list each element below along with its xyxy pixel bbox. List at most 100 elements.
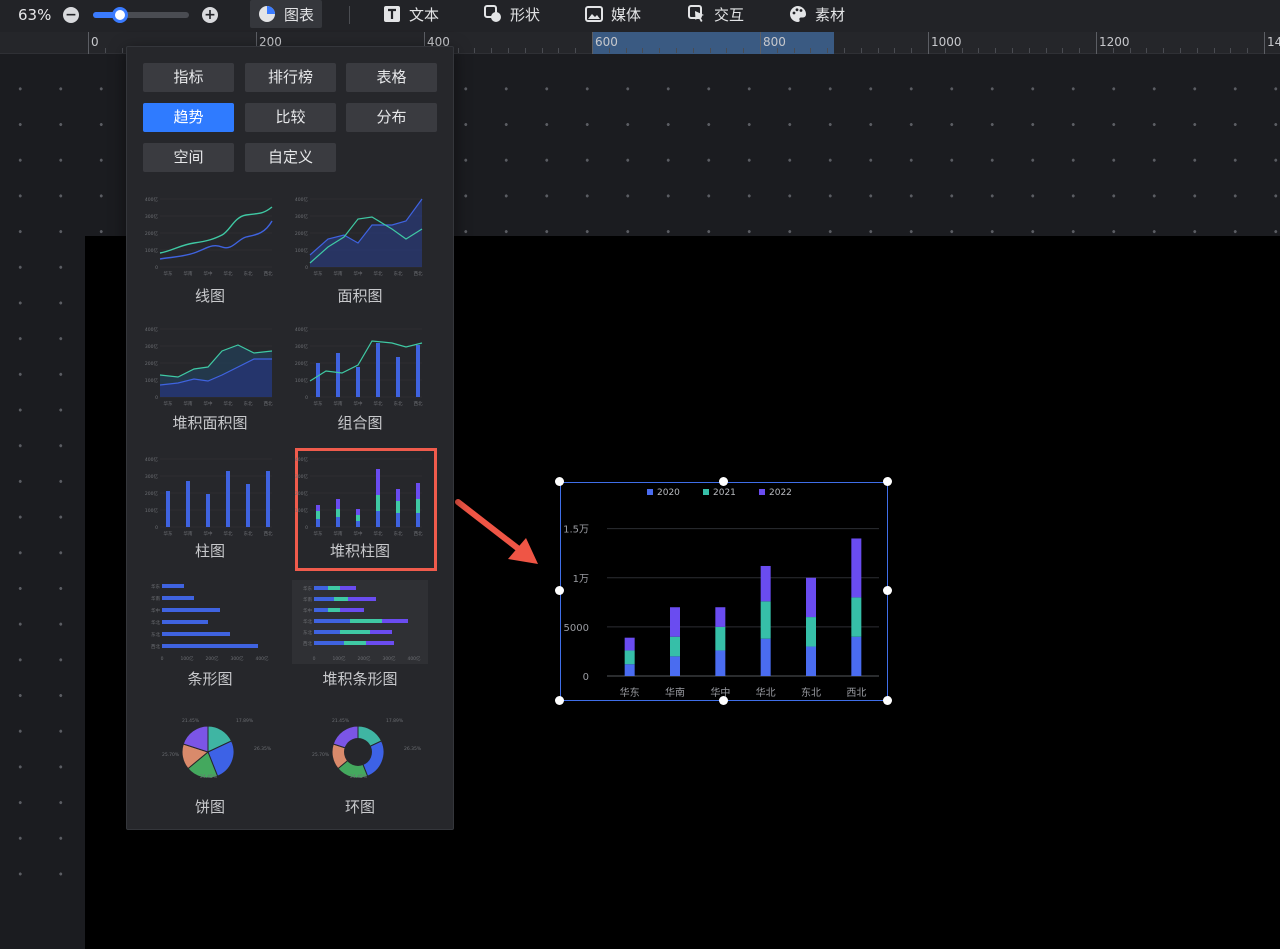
tool-media[interactable]: 媒体 [577, 0, 649, 28]
thumb-stacked-bar-segment [340, 586, 356, 590]
ruler-minor-tick [844, 48, 845, 53]
tool-text-label: 文本 [409, 5, 440, 24]
chart-option-stacked-bar[interactable]: 华东 华南 华中 华北 东北 西北 0 100亿 200亿 300亿 400亿 [292, 580, 428, 664]
ruler-minor-tick [793, 48, 795, 53]
resize-handle-bottom[interactable] [719, 696, 728, 705]
chart-option-area[interactable]: 400亿 300亿 200亿 100亿 0 华东 华南 华中 华北 东北 西北 [292, 195, 428, 279]
chart-legend-item: 2022 [759, 488, 792, 498]
resize-handle-top-right[interactable] [883, 477, 892, 486]
chart-y-tick-label: 1万 [573, 574, 589, 585]
thumb-x-tick: 华北 [224, 530, 233, 537]
chart-option-stacked-column[interactable]: 400亿 300亿 200亿 100亿 0 华东 华南 华中 华北 东北 西北 [292, 455, 428, 539]
category-compare[interactable]: 比较 [245, 103, 336, 132]
zoom-out-button[interactable]: − [63, 7, 79, 23]
chart-option-bar[interactable]: 华东 华南 华中 华北 东北 西北 0 100亿 200亿 300亿 400亿 [142, 580, 278, 664]
area-chart-thumbnail: 400亿 300亿 200亿 100亿 0 华东 华南 华中 华北 东北 西北 [295, 196, 423, 277]
thumb-stacked-bar-segment [382, 619, 408, 623]
pointer-icon [688, 5, 704, 22]
thumb-stacked-bar-segment [328, 608, 340, 612]
top-toolbar: 63% − + 图表 文本 形状 媒体 交互 素材 [0, 0, 1280, 32]
category-ranking[interactable]: 排行榜 [245, 63, 336, 92]
thumb-y-tick: 0 [305, 395, 308, 401]
zoom-slider-handle[interactable] [111, 7, 128, 23]
chart-option-area-label: 面积图 [337, 287, 383, 305]
ruler-minor-tick [1079, 48, 1081, 53]
chart-bar-segment-2022 [624, 637, 635, 651]
thumb-x-tick: 华北 [374, 400, 383, 407]
resize-handle-top[interactable] [719, 477, 728, 486]
ruler-minor-tick [743, 48, 745, 53]
category-indicator[interactable]: 指标 [143, 63, 234, 92]
chart-bar-segment-2022 [715, 607, 726, 627]
thumb-y-tick: 0 [155, 525, 158, 531]
chart-bar-segment-2022 [806, 577, 816, 618]
chart-option-pie[interactable]: 21.45% 17.89% 26.35% 25.70% 24.45% [142, 712, 278, 792]
thumb-stacked-bar-tick: 200亿 [357, 655, 371, 662]
tool-chart[interactable]: 图表 [250, 0, 323, 28]
zoom-slider[interactable] [93, 7, 189, 23]
chart-bar-segment-2020 [760, 638, 771, 676]
thumb-y-tick: 100亿 [295, 247, 309, 254]
thumb-bar-tick: 300亿 [230, 655, 244, 662]
thumb-x-tick: 华东 [314, 270, 323, 277]
thumb-x-tick: 华南 [334, 530, 343, 537]
chart-option-stacked-area[interactable]: 400亿 300亿 200亿 100亿 0 华东 华南 华中 华北 东北 西北 [142, 325, 278, 409]
thumb-stacked-column-segment [336, 499, 340, 509]
chart-option-bar-label: 条形图 [187, 670, 233, 688]
category-trend[interactable]: 趋势 [143, 103, 234, 132]
zoom-in-button[interactable]: + [202, 7, 218, 23]
chart-legend-swatch [703, 489, 709, 495]
ruler-minor-tick [709, 48, 711, 53]
chart-bar-segment-2022 [670, 607, 680, 637]
red-arrow-annotation [455, 499, 538, 564]
thumb-y-tick: 300亿 [295, 213, 309, 220]
chart-option-combo[interactable]: 400亿 300亿 200亿 100亿 0 华东 华南 华中 华北 东北 西北 [292, 325, 428, 409]
thumb-x-tick: 华北 [374, 530, 383, 537]
thumb-x-tick: 西北 [264, 270, 273, 277]
thumb-column-bar [166, 491, 170, 527]
thumb-stacked-bar-tick: 300亿 [382, 655, 396, 662]
tool-interact-label: 交互 [714, 5, 745, 24]
thumb-bar [162, 632, 230, 636]
resize-handle-bottom-left[interactable] [555, 696, 564, 705]
thumb-x-tick: 西北 [414, 270, 423, 277]
category-distribution[interactable]: 分布 [346, 103, 437, 132]
ruler-minor-tick [1012, 48, 1013, 53]
tool-assets[interactable]: 素材 [781, 0, 853, 28]
resize-handle-left[interactable] [555, 586, 564, 595]
resize-handle-top-left[interactable] [555, 477, 564, 486]
thumb-bar-category: 华北 [151, 619, 160, 626]
stacked-bar-chart-widget[interactable]: 0 5000 1万 1.5万 华东 华南 华中 华北 东北 西北 2020 2021 2022 [560, 482, 888, 701]
chart-bar-segment-2021 [670, 636, 680, 657]
chart-bar-segment-2022 [851, 538, 862, 598]
category-table[interactable]: 表格 [346, 63, 437, 92]
stacked-area-chart-thumbnail: 400亿 300亿 200亿 100亿 0 华东 华南 华中 华北 东北 西北 [145, 326, 273, 407]
thumb-column-bar [206, 494, 210, 527]
thumb-stacked-bar-segment [328, 586, 340, 590]
thumb-bar [162, 596, 194, 600]
chart-option-donut[interactable]: 21.45% 17.89% 26.35% 25.70% 24.45% [292, 712, 428, 792]
chart-option-column[interactable]: 400亿 300亿 200亿 100亿 0 华东 华南 华中 华北 东北 西北 [142, 455, 278, 539]
ruler-minor-tick [1230, 48, 1232, 53]
resize-handle-bottom-right[interactable] [883, 696, 892, 705]
thumb-stacked-bar-segment [348, 597, 376, 601]
tool-shape[interactable]: 形状 [476, 0, 548, 28]
thumb-line-series [159, 220, 273, 260]
chart-bar-segment-2021 [760, 601, 771, 639]
ruler-minor-tick [860, 48, 862, 53]
thumb-bar-category: 华中 [151, 607, 160, 614]
resize-handle-right[interactable] [883, 586, 892, 595]
category-spatial[interactable]: 空间 [143, 143, 234, 172]
thumb-y-tick: 300亿 [145, 213, 159, 220]
thumb-stacked-column-segment [356, 515, 360, 521]
tool-interact[interactable]: 交互 [680, 0, 752, 28]
thumb-donut-hole [344, 738, 372, 766]
tool-text[interactable]: 文本 [375, 0, 447, 28]
ruler-minor-tick [642, 48, 644, 53]
column-chart-thumbnail: 400亿 300亿 200亿 100亿 0 华东 华南 华中 华北 东北 西北 [145, 456, 273, 537]
thumb-bar [162, 584, 184, 588]
category-custom[interactable]: 自定义 [245, 143, 336, 172]
ruler-minor-tick [104, 48, 106, 53]
chart-bar-segment-2022 [760, 565, 771, 602]
chart-option-line[interactable]: 400亿 300亿 200亿 100亿 0 华东 华南 华中 华北 东北 西北 [142, 195, 278, 279]
